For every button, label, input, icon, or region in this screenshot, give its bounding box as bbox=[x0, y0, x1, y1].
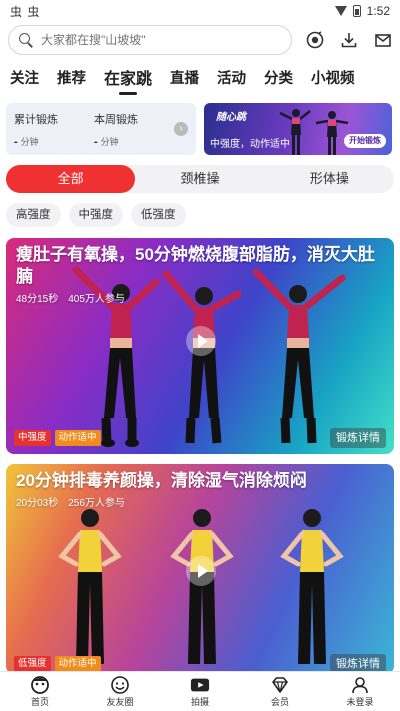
chip-low-intensity[interactable]: 低强度 bbox=[131, 203, 186, 227]
home-face-icon bbox=[30, 675, 50, 694]
video-meta: 20分03秒 256万人参与 bbox=[16, 494, 125, 509]
music-disc-icon[interactable] bbox=[306, 31, 324, 49]
exercise-stats-card[interactable]: 累计锻炼 - 分钟 本周锻炼 - 分钟 › bbox=[6, 103, 196, 155]
video-title: 20分钟排毒养颜操，清除湿气消除烦闷 bbox=[16, 471, 307, 490]
chip-medium-intensity[interactable]: 中强度 bbox=[68, 203, 123, 227]
channel-tabs: 关注 推荐 在家跳 直播 活动 分类 小视频 bbox=[0, 62, 400, 95]
start-exercise-button[interactable]: 开始锻炼 bbox=[344, 134, 386, 148]
exercise-detail-button[interactable]: 锻炼详情 bbox=[330, 428, 386, 448]
search-row bbox=[8, 25, 392, 55]
video-duration: 20分03秒 bbox=[16, 498, 59, 509]
friends-smile-icon bbox=[110, 675, 130, 694]
wifi-icon bbox=[334, 6, 347, 16]
bottom-nav: 首页 友友圈 拍摄 会员 未登录 bbox=[0, 671, 400, 711]
battery-icon bbox=[352, 5, 361, 17]
nav-shoot[interactable]: 拍摄 bbox=[160, 672, 240, 711]
notification-icons: 虫 虫 bbox=[10, 4, 41, 19]
tab-activity[interactable]: 活动 bbox=[217, 67, 246, 88]
play-icon[interactable] bbox=[186, 556, 216, 586]
status-time: 1:52 bbox=[366, 4, 390, 18]
video-duration: 48分15秒 bbox=[16, 294, 59, 305]
download-icon[interactable] bbox=[340, 31, 358, 49]
video-meta: 48分15秒 405万人参与 bbox=[16, 290, 125, 305]
intensity-tag: 中强度 bbox=[14, 430, 51, 446]
search-input[interactable] bbox=[41, 33, 261, 47]
chevron-right-icon[interactable]: › bbox=[174, 122, 188, 136]
category-segments: 全部 颈椎操 形体操 bbox=[6, 165, 394, 193]
intensity-filter: 高强度 中强度 低强度 bbox=[6, 203, 186, 227]
tab-category[interactable]: 分类 bbox=[264, 67, 293, 88]
banner-logo: 随心跳 bbox=[216, 112, 246, 123]
motion-tag: 动作适中 bbox=[54, 656, 101, 672]
total-exercise-stat: 累计锻炼 - 分钟 bbox=[14, 113, 58, 148]
mail-icon[interactable] bbox=[374, 31, 392, 49]
nav-home[interactable]: 首页 bbox=[0, 672, 80, 711]
chip-high-intensity[interactable]: 高强度 bbox=[6, 203, 61, 227]
user-icon bbox=[350, 676, 370, 694]
segment-neck[interactable]: 颈椎操 bbox=[135, 165, 264, 193]
intensity-tag: 低强度 bbox=[14, 656, 51, 672]
search-icon bbox=[19, 33, 33, 47]
play-icon[interactable] bbox=[186, 326, 216, 356]
banner-subtitle: 中强度，动作适中 bbox=[210, 139, 290, 150]
video-card[interactable]: 瘦肚子有氧操，50分钟燃烧腹部脂肪，消灭大肚腩 48分15秒 405万人参与 中… bbox=[6, 238, 394, 454]
video-participants: 405万人参与 bbox=[68, 294, 125, 305]
search-box[interactable] bbox=[8, 25, 292, 55]
nav-profile[interactable]: 未登录 bbox=[320, 672, 400, 711]
tab-home-dance[interactable]: 在家跳 bbox=[104, 65, 152, 95]
tab-live[interactable]: 直播 bbox=[170, 67, 199, 88]
video-participants: 256万人参与 bbox=[68, 498, 125, 509]
week-exercise-stat: 本周锻炼 - 分钟 bbox=[94, 113, 138, 148]
segment-all[interactable]: 全部 bbox=[6, 165, 136, 193]
tab-follow[interactable]: 关注 bbox=[10, 67, 39, 88]
motion-tag: 动作适中 bbox=[54, 430, 101, 446]
nav-friends[interactable]: 友友圈 bbox=[80, 672, 160, 711]
segment-body[interactable]: 形体操 bbox=[265, 165, 394, 193]
nav-member[interactable]: 会员 bbox=[240, 672, 320, 711]
diamond-icon bbox=[270, 676, 290, 694]
video-card[interactable]: 20分钟排毒养颜操，清除湿气消除烦闷 20分03秒 256万人参与 低强度 动作… bbox=[6, 464, 394, 674]
camera-icon bbox=[190, 676, 210, 694]
video-title: 瘦肚子有氧操，50分钟燃烧腹部脂肪，消灭大肚腩 bbox=[16, 245, 375, 286]
tab-recommend[interactable]: 推荐 bbox=[57, 67, 86, 88]
status-bar: 虫 虫 1:52 bbox=[0, 0, 400, 22]
free-dance-banner[interactable]: 随心跳 中强度，动作适中 开始锻炼 bbox=[204, 103, 392, 155]
tab-short-video[interactable]: 小视频 bbox=[311, 67, 355, 88]
